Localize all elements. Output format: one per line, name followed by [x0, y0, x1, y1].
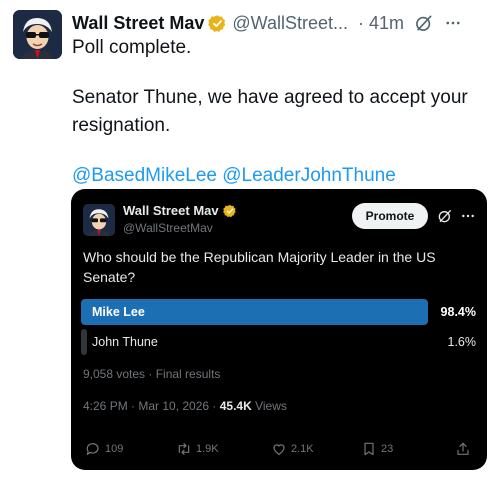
quoted-tweet-card[interactable]: Wall Street Mav @WallStreetMav Promote W… — [71, 189, 487, 470]
views-label: Views — [251, 399, 287, 413]
poll-votes: 9,058 votes · Final results — [83, 367, 221, 381]
reply-icon — [86, 443, 99, 455]
share-button[interactable] — [455, 439, 475, 459]
poll-option: Mike Lee 98.4% — [81, 299, 476, 325]
poll-option: John Thune 1.6% — [81, 329, 476, 355]
quoted-author-name-text: Wall Street Mav — [123, 203, 219, 218]
tweet-line: Poll complete. — [72, 37, 192, 58]
verified-badge-icon[interactable] — [208, 14, 227, 33]
tweet-page: Wall Street Mav @WallStreet... · 41m Pol… — [0, 0, 500, 481]
reply-button[interactable]: 109 — [85, 439, 123, 459]
tweet-header: Wall Street Mav @WallStreet... · 41m — [72, 10, 487, 36]
retweet-count: 1.9K — [196, 443, 219, 455]
like-icon — [273, 444, 285, 455]
share-icon — [457, 442, 469, 455]
promote-button[interactable]: Promote — [352, 203, 428, 229]
views-count: 45.4K — [219, 399, 252, 413]
grok-icon[interactable] — [437, 208, 453, 224]
reply-count: 109 — [105, 443, 124, 455]
bookmark-count: 23 — [381, 443, 394, 455]
bookmark-icon — [364, 442, 374, 456]
poll-option-percent: 98.4% — [440, 305, 476, 319]
poll-option-percent: 1.6% — [447, 335, 477, 349]
poll-option-label: John Thune — [92, 335, 158, 349]
bookmark-button[interactable]: 23 — [361, 439, 393, 459]
like-count: 2.1K — [291, 443, 314, 455]
tweet-time[interactable]: · 41m — [358, 13, 404, 34]
tweet-text: Poll complete. Senator Thune, we have ag… — [72, 34, 487, 190]
action-bar: 109 1.9K 2.1K 23 — [85, 439, 475, 459]
tweet-line: Senator Thune, we have agreed to accept … — [72, 87, 468, 136]
author-name[interactable]: Wall Street Mav — [72, 13, 204, 34]
more-icon[interactable] — [444, 14, 462, 32]
verified-badge-icon[interactable] — [222, 204, 237, 218]
tweet-timestamp[interactable]: 4:26 PM · Mar 10, 2026 · 45.4K Views — [83, 399, 287, 413]
avatar[interactable] — [13, 10, 62, 59]
more-icon[interactable] — [460, 208, 476, 224]
quoted-author-handle[interactable]: @WallStreetMav — [123, 221, 213, 235]
timestamp-text: 4:26 PM · Mar 10, 2026 · — [83, 399, 220, 413]
tweet-mentions[interactable]: @BasedMikeLee @LeaderJohnThune — [72, 162, 487, 190]
grok-icon[interactable] — [414, 13, 434, 33]
like-button[interactable]: 2.1K — [271, 439, 314, 459]
poll-option-label: Mike Lee — [92, 305, 145, 319]
author-handle[interactable]: @WallStreet... — [232, 13, 348, 34]
poll-question: Who should be the Republican Majority Le… — [83, 249, 436, 285]
retweet-button[interactable]: 1.9K — [176, 439, 219, 459]
retweet-icon — [178, 443, 190, 455]
poll-bar — [81, 329, 87, 355]
quoted-author-name[interactable]: Wall Street Mav — [123, 203, 237, 218]
quoted-avatar[interactable] — [83, 204, 115, 236]
